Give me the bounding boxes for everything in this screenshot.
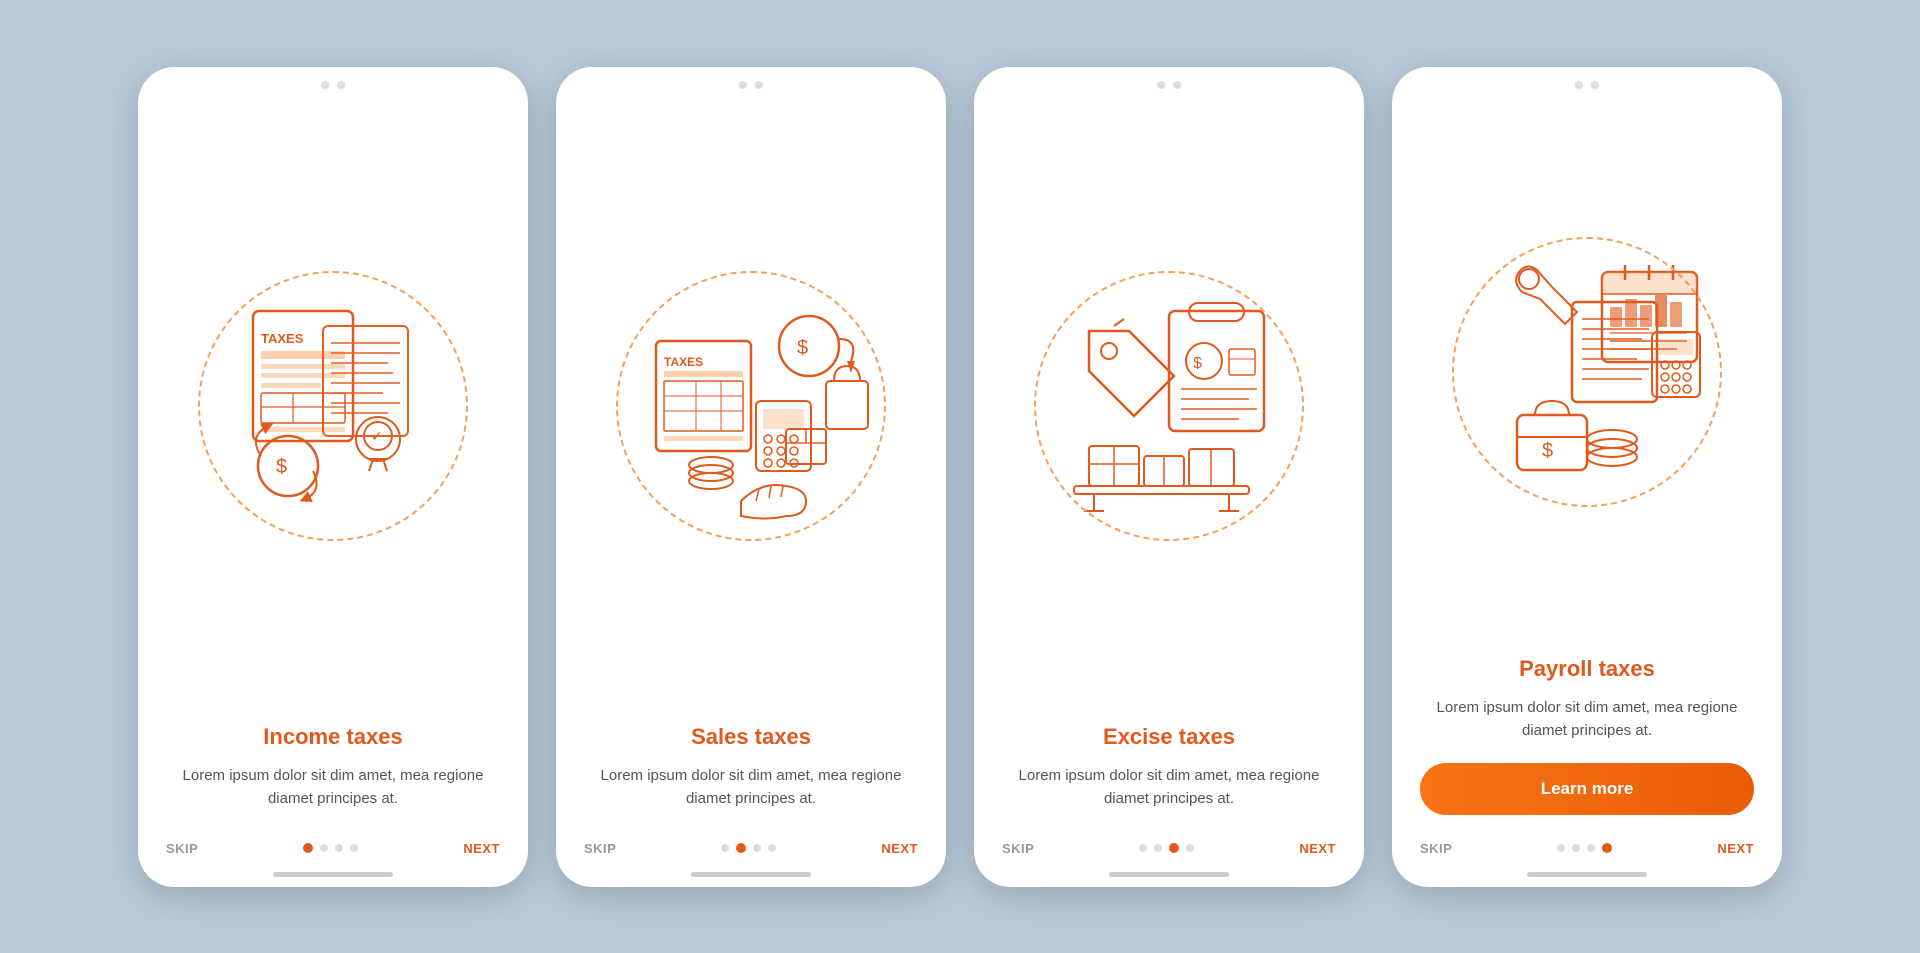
status-bar bbox=[138, 67, 528, 89]
illustration-payroll: $ bbox=[1392, 89, 1782, 657]
nav-dot-1 bbox=[1557, 844, 1565, 852]
nav-dot-4 bbox=[1186, 844, 1194, 852]
phone-card-excise: $ bbox=[974, 67, 1364, 887]
nav-bar-excise: SKIP NEXT bbox=[974, 831, 1364, 866]
dashed-circle-excise bbox=[1034, 271, 1304, 541]
nav-dot-3 bbox=[753, 844, 761, 852]
card-title-sales: Sales taxes bbox=[584, 724, 918, 750]
home-indicator-income bbox=[273, 872, 393, 877]
card-content-payroll: Payroll taxes Lorem ipsum dolor sit dim … bbox=[1392, 656, 1782, 831]
nav-dot-2 bbox=[736, 843, 746, 853]
phone-card-payroll: $ Payroll taxes Lorem ipsum dolor sit di… bbox=[1392, 67, 1782, 887]
nav-bar-income: SKIP NEXT bbox=[138, 831, 528, 866]
nav-dots-income bbox=[303, 843, 358, 853]
nav-dot-4 bbox=[350, 844, 358, 852]
nav-dot-1 bbox=[721, 844, 729, 852]
illustration-sales: TAXES $ bbox=[556, 89, 946, 725]
status-dot bbox=[1173, 81, 1181, 89]
next-button-payroll[interactable]: NEXT bbox=[1717, 841, 1754, 856]
home-indicator-payroll bbox=[1527, 872, 1647, 877]
status-dot bbox=[321, 81, 329, 89]
nav-dot-2 bbox=[1572, 844, 1580, 852]
nav-dots-sales bbox=[721, 843, 776, 853]
skip-button-income[interactable]: SKIP bbox=[166, 841, 198, 856]
next-button-excise[interactable]: NEXT bbox=[1299, 841, 1336, 856]
home-indicator-excise bbox=[1109, 872, 1229, 877]
nav-dot-3 bbox=[1169, 843, 1179, 853]
status-dot bbox=[1157, 81, 1165, 89]
status-bar-payroll bbox=[1392, 67, 1782, 89]
status-dot bbox=[755, 81, 763, 89]
nav-dots-excise bbox=[1139, 843, 1194, 853]
cards-container: TAXES bbox=[98, 27, 1822, 927]
illustration-income: TAXES bbox=[138, 89, 528, 725]
nav-dot-4 bbox=[768, 844, 776, 852]
next-button-sales[interactable]: NEXT bbox=[881, 841, 918, 856]
status-dot bbox=[337, 81, 345, 89]
nav-dots-payroll bbox=[1557, 843, 1612, 853]
status-dot bbox=[1575, 81, 1583, 89]
status-dot bbox=[739, 81, 747, 89]
nav-bar-payroll: SKIP NEXT bbox=[1392, 831, 1782, 866]
dashed-circle-payroll bbox=[1452, 237, 1722, 507]
nav-dot-2 bbox=[320, 844, 328, 852]
card-description-excise: Lorem ipsum dolor sit dim amet, mea regi… bbox=[1002, 764, 1336, 811]
card-content-sales: Sales taxes Lorem ipsum dolor sit dim am… bbox=[556, 724, 946, 831]
home-indicator-sales bbox=[691, 872, 811, 877]
skip-button-excise[interactable]: SKIP bbox=[1002, 841, 1034, 856]
dashed-circle bbox=[198, 271, 468, 541]
skip-button-payroll[interactable]: SKIP bbox=[1420, 841, 1452, 856]
nav-dot-3 bbox=[1587, 844, 1595, 852]
nav-dot-1 bbox=[1139, 844, 1147, 852]
nav-bar-sales: SKIP NEXT bbox=[556, 831, 946, 866]
nav-dot-4 bbox=[1602, 843, 1612, 853]
status-bar-excise bbox=[974, 67, 1364, 89]
learn-more-button[interactable]: Learn more bbox=[1420, 763, 1754, 815]
nav-dot-2 bbox=[1154, 844, 1162, 852]
illustration-excise: $ bbox=[974, 89, 1364, 725]
next-button-income[interactable]: NEXT bbox=[463, 841, 500, 856]
card-title-income: Income taxes bbox=[166, 724, 500, 750]
phone-card-sales: TAXES $ bbox=[556, 67, 946, 887]
card-content-excise: Excise taxes Lorem ipsum dolor sit dim a… bbox=[974, 724, 1364, 831]
status-bar-sales bbox=[556, 67, 946, 89]
card-description-payroll: Lorem ipsum dolor sit dim amet, mea regi… bbox=[1420, 696, 1754, 743]
nav-dot-1 bbox=[303, 843, 313, 853]
card-description-sales: Lorem ipsum dolor sit dim amet, mea regi… bbox=[584, 764, 918, 811]
card-title-payroll: Payroll taxes bbox=[1420, 656, 1754, 682]
card-title-excise: Excise taxes bbox=[1002, 724, 1336, 750]
card-content-income: Income taxes Lorem ipsum dolor sit dim a… bbox=[138, 724, 528, 831]
phone-card-income: TAXES bbox=[138, 67, 528, 887]
status-dot bbox=[1591, 81, 1599, 89]
skip-button-sales[interactable]: SKIP bbox=[584, 841, 616, 856]
nav-dot-3 bbox=[335, 844, 343, 852]
card-description-income: Lorem ipsum dolor sit dim amet, mea regi… bbox=[166, 764, 500, 811]
dashed-circle-sales bbox=[616, 271, 886, 541]
